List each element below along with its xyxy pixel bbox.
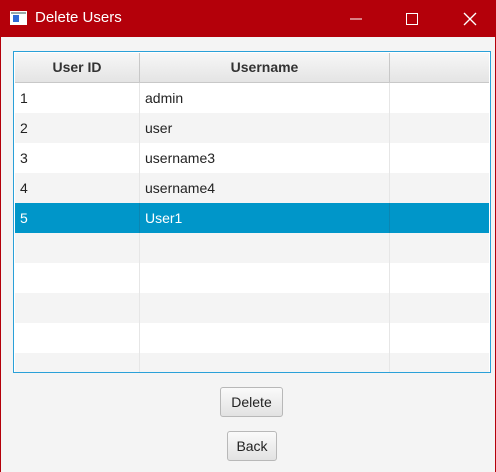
table-row[interactable]: 5 User1	[15, 203, 489, 233]
cell-user-id	[15, 353, 140, 372]
column-header-username[interactable]: Username	[140, 53, 390, 82]
cell-username: username3	[140, 143, 390, 173]
cell-filler	[390, 263, 490, 293]
users-table[interactable]: User ID Username 1 admin 2 user 3 username3 4 u…	[13, 51, 491, 373]
table-row[interactable]: 1 admin	[15, 83, 489, 113]
table-row-empty	[15, 263, 489, 293]
table-row-empty	[15, 323, 489, 353]
cell-username: admin	[140, 83, 390, 113]
title-bar: Delete Users	[0, 0, 496, 37]
cell-filler	[390, 293, 490, 323]
cell-user-id: 2	[15, 113, 140, 143]
delete-button[interactable]: Delete	[220, 387, 283, 417]
cell-username: User1	[140, 203, 390, 233]
maximize-button[interactable]	[386, 0, 438, 37]
back-button[interactable]: Back	[227, 431, 277, 461]
cell-username	[140, 353, 390, 372]
close-icon	[463, 12, 477, 25]
table-row[interactable]: 4 username4	[15, 173, 489, 203]
column-header-filler	[390, 53, 490, 82]
cell-user-id: 5	[15, 203, 140, 233]
table-row-empty	[15, 233, 489, 263]
cell-username	[140, 263, 390, 293]
cell-user-id	[15, 293, 140, 323]
cell-user-id	[15, 263, 140, 293]
cell-user-id	[15, 233, 140, 263]
window-title: Delete Users	[35, 9, 122, 26]
table-row[interactable]: 3 username3	[15, 143, 489, 173]
table-header: User ID Username	[15, 53, 489, 83]
table-row-empty	[15, 353, 490, 372]
close-button[interactable]	[444, 0, 496, 37]
cell-username	[140, 293, 390, 323]
app-icon	[10, 11, 27, 25]
table-row[interactable]: 2 user	[15, 113, 489, 143]
cell-username: username4	[140, 173, 390, 203]
maximize-icon	[406, 12, 418, 25]
cell-filler	[390, 203, 490, 233]
cell-filler	[390, 113, 490, 143]
column-header-user-id[interactable]: User ID	[15, 53, 140, 82]
cell-filler	[390, 143, 490, 173]
cell-filler	[390, 233, 490, 263]
cell-username: user	[140, 113, 390, 143]
cell-username	[140, 323, 390, 353]
cell-user-id	[15, 323, 140, 353]
cell-user-id: 4	[15, 173, 140, 203]
cell-filler	[390, 353, 490, 372]
cell-username	[140, 233, 390, 263]
window-content: User ID Username 1 admin 2 user 3 username3 4 u…	[1, 37, 495, 472]
cell-user-id: 1	[15, 83, 140, 113]
minimize-icon	[350, 18, 362, 19]
cell-filler	[390, 173, 490, 203]
minimize-button[interactable]	[330, 0, 382, 37]
cell-filler	[390, 83, 490, 113]
cell-user-id: 3	[15, 143, 140, 173]
table-row-empty	[15, 293, 489, 323]
cell-filler	[390, 323, 490, 353]
